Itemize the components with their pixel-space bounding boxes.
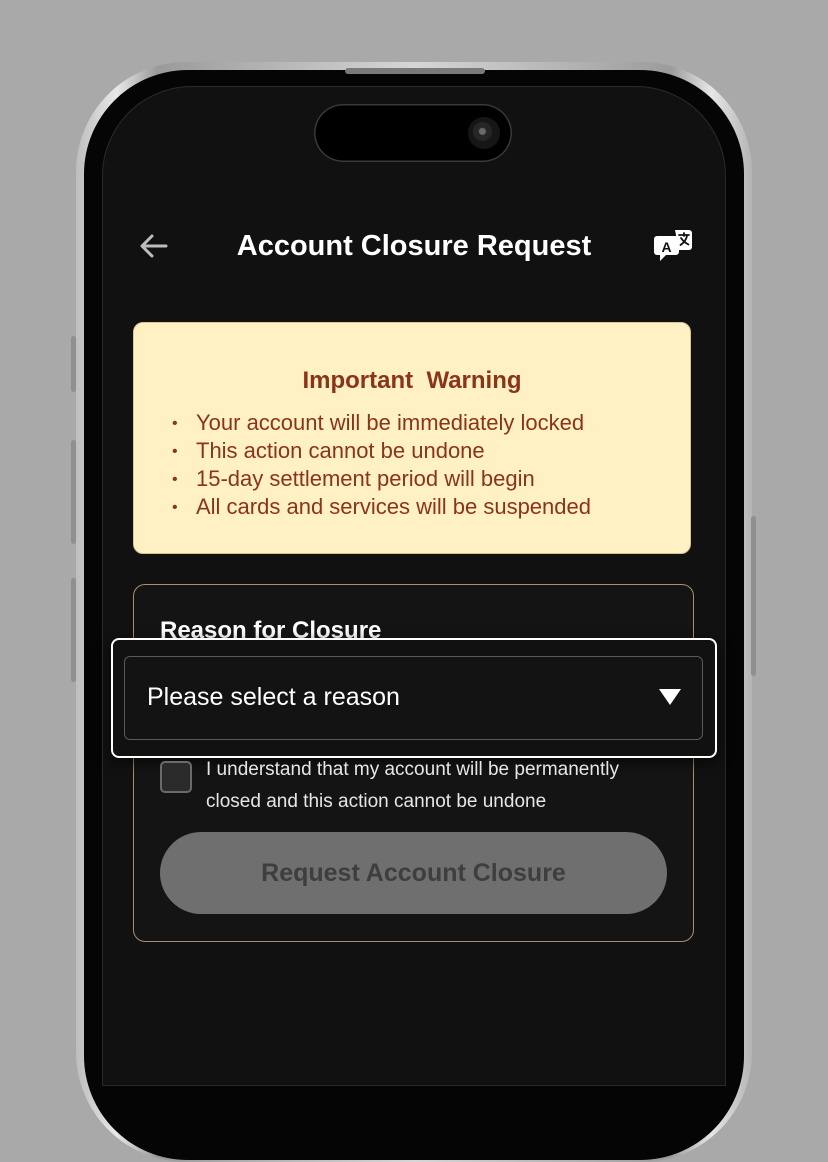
caret-down-icon bbox=[659, 689, 681, 705]
warning-title: Important Warning bbox=[302, 367, 522, 394]
confirm-checkbox-label: I understand that my account will be per… bbox=[206, 759, 619, 812]
arrow-left-icon bbox=[140, 234, 168, 258]
bullet-icon: • bbox=[172, 443, 178, 460]
reason-label: Reason for Closure bbox=[160, 617, 382, 640]
bullet-icon: • bbox=[172, 499, 178, 516]
svg-text:A: A bbox=[662, 239, 672, 255]
list-item: • Your account will be immediately locked bbox=[172, 410, 585, 435]
page-title: Account Closure Request bbox=[236, 230, 592, 262]
list-item: • 15-day settlement period will begin bbox=[172, 466, 535, 491]
translate-icon: A bbox=[654, 230, 692, 261]
bullet-icon: • bbox=[172, 471, 178, 488]
camera-icon bbox=[468, 117, 500, 149]
side-button-action bbox=[71, 336, 76, 392]
back-button[interactable] bbox=[136, 228, 172, 264]
side-button-power bbox=[751, 516, 756, 676]
dynamic-island bbox=[314, 104, 512, 162]
confirm-checkbox[interactable] bbox=[160, 761, 192, 793]
speaker-slit bbox=[345, 68, 485, 74]
reason-select[interactable]: Please select a reason bbox=[124, 656, 703, 740]
warning-list: • Your account will be immediately locked… bbox=[172, 409, 591, 521]
list-item: • This action cannot be undone bbox=[172, 438, 485, 463]
side-button-volume-up bbox=[71, 440, 76, 544]
reason-select-value: Please select a reason bbox=[147, 683, 400, 711]
bullet-icon: • bbox=[172, 415, 178, 432]
request-closure-button[interactable]: Request Account Closure bbox=[160, 832, 667, 914]
warning-card: Important Warning • Your account will be … bbox=[133, 322, 691, 554]
translate-button[interactable]: A bbox=[654, 226, 694, 266]
list-item: • All cards and services will be suspende… bbox=[172, 494, 591, 519]
side-button-volume-down bbox=[71, 578, 76, 682]
